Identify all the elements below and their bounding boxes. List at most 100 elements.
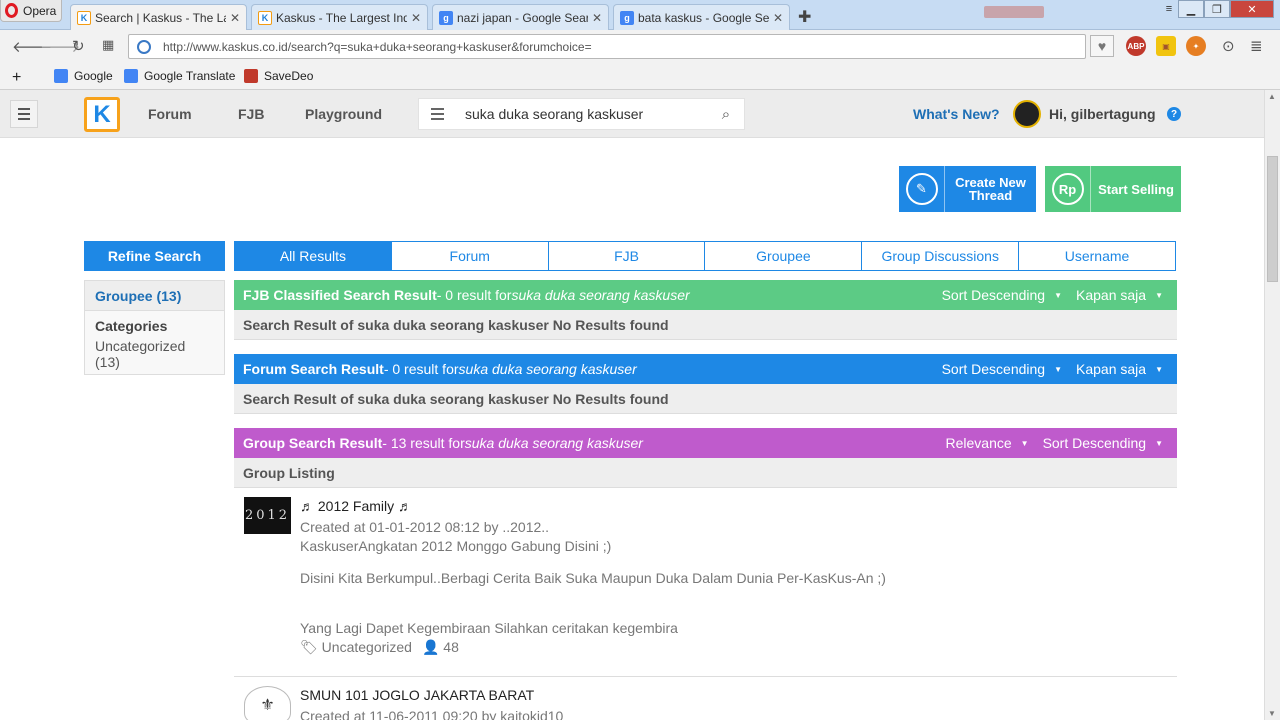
group-created: Created at 01-01-2012 08:12 by ..2012.. [300,519,550,535]
address-bar[interactable]: http://www.kaskus.co.id/search?q=suka+du… [128,34,1086,59]
search-input[interactable] [455,106,708,122]
browser-tab-search-kaskus[interactable]: K Search | Kaskus - The Largest ✕ [70,4,247,30]
adblock-icon[interactable]: ABP [1126,36,1146,56]
category-uncategorized[interactable]: Uncategorized (13) [85,334,224,370]
caret-down-icon: ▼ [1155,438,1163,448]
opera-menu-button[interactable]: Opera [0,0,62,22]
rupiah-icon: Rp [1051,173,1084,205]
tab-title: Search | Kaskus - The Largest [95,10,226,25]
bookmarks-bar: + Google Google Translate SaveDeo [0,62,1280,90]
search-icon[interactable]: ⌕ [708,106,744,123]
bookmark-heart-icon[interactable]: ♥ [1090,35,1114,57]
tab-groupee[interactable]: Groupee [705,242,863,270]
bookmark-savedeo[interactable]: SaveDeo [244,69,313,83]
bookmark-google-translate[interactable]: Google Translate [124,69,235,83]
school-crest-icon[interactable]: ⚜ [244,686,291,720]
user-icon: 👤 [421,639,440,655]
group-description-line: Yang Lagi Dapet Kegembiraan Silahkan cer… [300,620,678,636]
category-label: Uncategorized [321,639,412,655]
close-window-button[interactable]: ✕ [1230,0,1274,18]
start-selling-label: Start Selling [1098,181,1174,197]
group-listing-heading: Group Listing [234,458,1177,488]
caret-down-icon: ▼ [1155,290,1163,300]
fire-extension-icon[interactable]: ✦ [1186,36,1206,56]
user-greeting[interactable]: Hi, gilbertagung [1049,106,1156,122]
blurred-area [984,6,1044,18]
tab-fjb[interactable]: FJB [548,242,706,270]
search-box: ⌕ [418,98,745,130]
tab-username[interactable]: Username [1019,242,1175,270]
nav-fjb[interactable]: FJB [238,106,264,122]
group-thumbnail[interactable]: 2012 [244,497,291,534]
security-icon [137,39,151,54]
group-body: ♬ 2012 Family ♬ Created at 01-01-2012 08… [300,498,886,656]
page-scrollbar[interactable]: ▲ ▼ [1264,90,1280,720]
url-text: http://www.kaskus.co.id/search?q=suka+du… [163,39,592,54]
close-tab-icon[interactable]: ✕ [773,11,783,25]
kaskus-logo[interactable]: K [84,97,120,132]
scroll-up-icon[interactable]: ▲ [1268,92,1276,101]
tab-all-results[interactable]: All Results [235,242,392,270]
folder-extension-icon[interactable]: ▣ [1156,36,1176,56]
group-relevance-dropdown[interactable]: Relevance ▼ [945,435,1028,451]
close-tab-icon[interactable]: ✕ [230,11,240,25]
bookmark-label: Google [74,69,113,83]
fjb-time-dropdown[interactable]: Kapan saja ▼ [1076,287,1163,303]
help-icon[interactable]: ? [1167,107,1181,121]
caret-down-icon: ▼ [1155,364,1163,374]
group-title-link[interactable]: ♬ 2012 Family ♬ [300,498,886,514]
refine-search-button[interactable]: Refine Search [84,241,225,271]
member-count: 48 [443,639,459,655]
maximize-button[interactable]: ❐ [1204,0,1230,18]
tab-group-discussions[interactable]: Group Discussions [862,242,1020,270]
groupee-filter[interactable]: Groupee (13) [85,281,224,311]
add-bookmark-button[interactable]: + [12,69,21,87]
result-tabs: All Results Forum FJB Groupee Group Disc… [234,241,1176,271]
scrollbar-thumb[interactable] [1267,156,1278,282]
scroll-down-icon[interactable]: ▼ [1268,709,1276,718]
tab-title: nazi japan - Google Search [457,10,588,25]
forum-no-results: Search Result of suka duka seorang kasku… [234,384,1177,414]
search-options-icon[interactable] [419,108,455,120]
start-selling-button[interactable]: Rp Start Selling [1045,166,1181,212]
pencil-icon: ✎ [905,173,938,205]
tab-menu-icon[interactable]: ≡ [1160,0,1178,18]
fjb-sort-dropdown[interactable]: Sort Descending ▼ [942,287,1062,303]
list-item: ⚜ SMUN 101 JOGLO JAKARTA BARAT Created a… [234,678,1177,720]
tab-title: Kaskus - The Largest Indonesian [276,10,407,25]
minimize-button[interactable]: ▁ [1178,0,1204,18]
reload-icon[interactable]: ↻ [72,37,85,55]
tag-icon: 🏷 [300,639,318,655]
browser-tab-nazi-japan[interactable]: g nazi japan - Google Search ✕ [432,4,609,30]
fjb-no-results: Search Result of suka duka seorang kasku… [234,310,1177,340]
group-section-title: Group Search Result [243,435,383,451]
new-tab-button[interactable]: ✚ [798,7,811,27]
group-description-line: KaskuserAngkatan 2012 Monggo Gabung Disi… [300,538,612,554]
browser-tab-bata-kaskus[interactable]: g bata kaskus - Google Search ✕ [613,4,790,30]
forum-time-dropdown[interactable]: Kapan saja ▼ [1076,361,1163,377]
group-category[interactable]: 🏷 Uncategorized [300,639,412,656]
browser-tab-kaskus[interactable]: K Kaskus - The Largest Indonesian ✕ [251,4,428,30]
close-tab-icon[interactable]: ✕ [592,11,602,25]
avatar[interactable] [1013,100,1041,128]
group-body: SMUN 101 JOGLO JAKARTA BARAT Created at … [300,687,563,720]
forum-result-header: Forum Search Result - 0 result for suka … [234,354,1177,384]
group-title-link[interactable]: SMUN 101 JOGLO JAKARTA BARAT [300,687,563,703]
nav-forum[interactable]: Forum [148,106,192,122]
download-icon[interactable]: ⊙ [1222,37,1235,55]
main-menu-button[interactable] [10,100,38,128]
google-icon: g [439,10,453,25]
group-created: Created at 11-06-2011 09:20 by kaitokid1… [300,708,564,720]
fjb-query: suka duka seorang kaskuser [511,287,690,303]
close-tab-icon[interactable]: ✕ [411,11,421,25]
whats-new-link[interactable]: What's New? [913,106,1000,122]
bookmark-google[interactable]: Google [54,69,113,83]
tab-forum[interactable]: Forum [391,242,549,270]
group-sort-dropdown[interactable]: Sort Descending ▼ [1043,435,1163,451]
nav-playground[interactable]: Playground [305,106,382,122]
create-thread-button[interactable]: ✎ Create New Thread [899,166,1036,212]
browser-nav-bar: 🡐 🡒 ↻ ▦ http://www.kaskus.co.id/search?q… [0,30,1280,62]
speed-dial-icon[interactable]: ▦ [102,37,114,53]
menu-icon[interactable]: ≣ [1250,37,1263,55]
forum-sort-dropdown[interactable]: Sort Descending ▼ [942,361,1062,377]
